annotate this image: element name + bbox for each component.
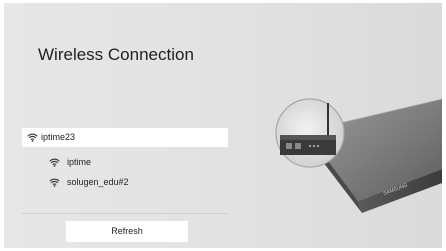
wireless-connection-screen: Wireless Connection iptime23 iptime solu… [4, 3, 442, 248]
page-title: Wireless Connection [38, 45, 194, 64]
refresh-button[interactable]: Refresh [66, 221, 188, 242]
network-ssid: solugen_edu#2 [67, 177, 129, 187]
wifi-icon [48, 152, 60, 172]
network-list: iptime23 iptime solugen_edu#2 [22, 128, 228, 192]
network-item-solugen-edu-2[interactable]: solugen_edu#2 [22, 172, 228, 192]
network-item-iptime[interactable]: iptime [22, 152, 228, 172]
network-item-iptime23[interactable]: iptime23 [22, 128, 228, 147]
wifi-icon [48, 172, 60, 192]
network-ssid: iptime23 [41, 132, 76, 142]
divider [22, 213, 228, 214]
blu-ray-player-illustration: SAMSUNG [275, 98, 442, 213]
wifi-icon [26, 128, 38, 147]
network-ssid: iptime [67, 157, 92, 167]
